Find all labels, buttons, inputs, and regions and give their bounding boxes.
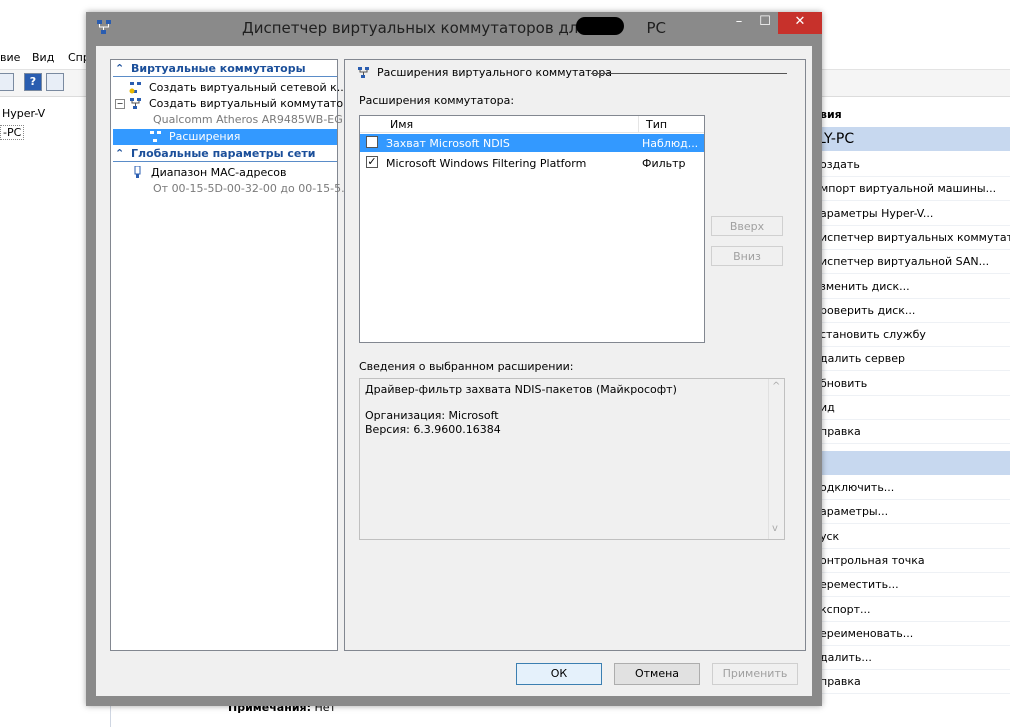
vm-action-item[interactable]: араметры... (818, 500, 1010, 525)
details-label: Сведения о выбранном расширении: (359, 360, 574, 373)
tree-adapter[interactable]: Qualcomm Atheros AR9485WB-EG ... (153, 113, 357, 126)
vm-action-item[interactable]: правка (818, 670, 1010, 695)
extensions-icon (357, 66, 370, 79)
checkbox-wfp[interactable]: ✓ (366, 156, 378, 168)
vm-action-item[interactable]: онтрольная точка (818, 549, 1010, 573)
section-virtual-switches[interactable]: ⌃ Виртуальные коммутаторы (113, 62, 337, 77)
action-item[interactable]: бновить (818, 372, 1010, 396)
switch-icon (129, 97, 142, 110)
tree-mac-range-value: От 00-15-5D-00-32-00 до 00-15-5... (153, 182, 352, 195)
apply-button[interactable]: Применить (712, 663, 798, 685)
column-type[interactable]: Тип (646, 118, 667, 131)
action-item[interactable]: оздать (818, 153, 1010, 177)
vm-action-item[interactable]: кспорт... (818, 598, 1010, 622)
action-item[interactable]: далить сервер (818, 347, 1010, 372)
tree-mac-range[interactable]: Диапазон MAC-адресов (151, 166, 287, 179)
dialog-client: ⌃ Виртуальные коммутаторы Создать виртуа… (96, 46, 812, 696)
minimize-button[interactable]: – (726, 12, 752, 34)
actions-host-row[interactable]: LY-PC (818, 127, 1010, 151)
close-button[interactable]: ✕ (778, 12, 822, 34)
action-item[interactable]: испетчер виртуальных коммутато (818, 226, 1010, 250)
action-item[interactable]: зменить диск... (818, 275, 1010, 299)
action-item[interactable]: мпорт виртуальной машины... (818, 177, 1010, 202)
list-row-wfp[interactable]: ✓ Microsoft Windows Filtering Platform Ф… (360, 154, 704, 172)
switch-manager-dialog: Диспетчер виртуальных коммутаторов для V… (86, 12, 822, 706)
vm-action-item[interactable]: ереместить... (818, 573, 1010, 598)
action-item[interactable]: ид (818, 396, 1010, 420)
maximize-button[interactable]: ☐ (752, 12, 778, 34)
scroll-down-icon[interactable]: v (772, 523, 778, 534)
details-organization: Организация: Microsoft (365, 409, 499, 422)
list-row-ndis-capture[interactable]: Захват Microsoft NDIS Наблюд... (360, 134, 704, 152)
tree-new-switch[interactable]: Создать виртуальный сетевой к... (149, 81, 347, 94)
action-item[interactable]: правка (818, 420, 1010, 445)
group-title: Расширения виртуального коммутатора (377, 66, 613, 79)
help-icon[interactable]: ? (24, 73, 42, 91)
new-switch-icon (129, 81, 142, 94)
menu-action[interactable]: вие (0, 51, 20, 64)
vm-action-item[interactable]: ереименовать... (818, 622, 1010, 646)
redaction-mark (576, 17, 624, 35)
tree-host[interactable]: -PC (0, 125, 25, 140)
actions-pane: вия LY-PC оздать мпорт виртуальной машины… (818, 97, 1010, 727)
navigation-tree: ⌃ Виртуальные коммутаторы Создать виртуа… (110, 59, 357, 651)
actions-vm-header (818, 451, 1010, 475)
tree-switch[interactable]: Создать виртуальный коммутатор (149, 97, 350, 110)
action-item[interactable]: испетчер виртуальной SAN... (818, 250, 1010, 275)
mac-address-icon (131, 165, 144, 179)
section-global-settings[interactable]: ⌃ Глобальные параметры сети (113, 147, 337, 162)
collapse-icon: ⌃ (115, 147, 125, 160)
collapse-node-icon[interactable]: − (115, 99, 125, 109)
actions-header: вия (820, 108, 842, 121)
details-version: Версия: 6.3.9600.16384 (365, 423, 501, 436)
actions-host-name: LY-PC (818, 131, 855, 147)
ok-button[interactable]: ОК (516, 663, 602, 685)
vm-action-item[interactable]: одключить... (818, 476, 1010, 500)
tree-hyperv[interactable]: Hyper-V (2, 107, 45, 120)
details-box: Драйвер-фильтр захвата NDIS-пакетов (Май… (359, 378, 785, 540)
vm-action-item[interactable]: уск (818, 525, 1010, 549)
action-item[interactable]: становить службу (818, 323, 1010, 348)
list-header: Имя Тип (360, 116, 704, 133)
vm-action-item[interactable]: далить... (818, 646, 1010, 671)
extensions-icon (149, 130, 162, 143)
panel-icon[interactable] (46, 73, 64, 91)
tree-extensions-selected[interactable]: Расширения (113, 129, 337, 145)
checkbox-ndis-capture[interactable] (366, 136, 378, 148)
action-item[interactable]: роверить диск... (818, 299, 1010, 323)
move-up-button[interactable]: Вверх (711, 216, 783, 236)
details-description: Драйвер-фильтр захвата NDIS-пакетов (Май… (365, 383, 677, 396)
details-panel: Расширения виртуального коммутатора Расш… (344, 59, 806, 651)
tree-extensions: Расширения (169, 130, 241, 143)
collapse-icon: ⌃ (115, 62, 125, 75)
action-item[interactable]: араметры Hyper-V... (818, 202, 1010, 226)
column-name[interactable]: Имя (390, 118, 413, 131)
scroll-up-icon[interactable]: ^ (772, 381, 780, 392)
details-scrollbar[interactable]: ^ v (768, 379, 785, 539)
toolbar-button[interactable] (0, 73, 14, 91)
list-label: Расширения коммутатора: (359, 94, 515, 107)
menu-view[interactable]: Вид (32, 51, 54, 64)
move-down-button[interactable]: Вниз (711, 246, 783, 266)
cancel-button[interactable]: Отмена (614, 663, 700, 685)
extensions-list[interactable]: Имя Тип Захват Microsoft NDIS Наблюд... … (359, 115, 705, 343)
dialog-title: Диспетчер виртуальных коммутаторов для V… (242, 19, 666, 37)
group-divider (591, 73, 787, 74)
title-bar[interactable]: Диспетчер виртуальных коммутаторов для V… (86, 12, 822, 44)
